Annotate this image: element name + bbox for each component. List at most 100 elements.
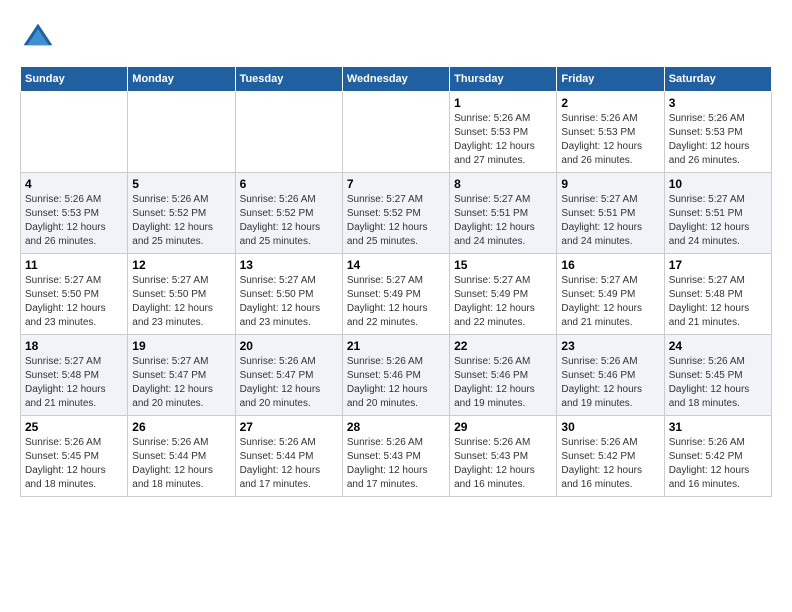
day-info: Sunrise: 5:26 AM Sunset: 5:53 PM Dayligh… (454, 112, 552, 168)
calendar: SundayMondayTuesdayWednesdayThursdayFrid… (20, 66, 772, 497)
day-info: Sunrise: 5:26 AM Sunset: 5:47 PM Dayligh… (240, 355, 338, 411)
day-info: Sunrise: 5:27 AM Sunset: 5:52 PM Dayligh… (347, 193, 445, 249)
day-info: Sunrise: 5:26 AM Sunset: 5:44 PM Dayligh… (132, 436, 230, 492)
calendar-cell: 4 Sunrise: 5:26 AM Sunset: 5:53 PM Daylig… (21, 173, 128, 254)
calendar-cell: 31 Sunrise: 5:26 AM Sunset: 5:42 PM Dayli… (664, 416, 771, 497)
calendar-cell (21, 92, 128, 173)
day-number: 2 (561, 96, 659, 110)
calendar-cell: 10 Sunrise: 5:27 AM Sunset: 5:51 PM Dayli… (664, 173, 771, 254)
calendar-cell: 13 Sunrise: 5:27 AM Sunset: 5:50 PM Dayli… (235, 254, 342, 335)
day-info: Sunrise: 5:27 AM Sunset: 5:49 PM Dayligh… (347, 274, 445, 330)
calendar-cell: 1 Sunrise: 5:26 AM Sunset: 5:53 PM Daylig… (450, 92, 557, 173)
calendar-cell: 19Sunrise: 5:27 AM Sunset: 5:47 PM Dayli… (128, 335, 235, 416)
weekday-header: Monday (128, 67, 235, 92)
day-info: Sunrise: 5:27 AM Sunset: 5:51 PM Dayligh… (454, 193, 552, 249)
day-number: 29 (454, 420, 552, 434)
day-info: Sunrise: 5:26 AM Sunset: 5:45 PM Dayligh… (25, 436, 123, 492)
day-info: Sunrise: 5:26 AM Sunset: 5:44 PM Dayligh… (240, 436, 338, 492)
day-number: 1 (454, 96, 552, 110)
day-number: 10 (669, 177, 767, 191)
day-info: Sunrise: 5:27 AM Sunset: 5:51 PM Dayligh… (669, 193, 767, 249)
day-info: Sunrise: 5:27 AM Sunset: 5:50 PM Dayligh… (132, 274, 230, 330)
weekday-header: Sunday (21, 67, 128, 92)
calendar-cell: 25 Sunrise: 5:26 AM Sunset: 5:45 PM Dayli… (21, 416, 128, 497)
day-info: Sunrise: 5:26 AM Sunset: 5:42 PM Dayligh… (669, 436, 767, 492)
calendar-cell: 27 Sunrise: 5:26 AM Sunset: 5:44 PM Dayli… (235, 416, 342, 497)
weekday-header: Friday (557, 67, 664, 92)
calendar-header-row: SundayMondayTuesdayWednesdayThursdayFrid… (21, 67, 772, 92)
day-number: 27 (240, 420, 338, 434)
day-number: 3 (669, 96, 767, 110)
calendar-cell: 3 Sunrise: 5:26 AM Sunset: 5:53 PM Daylig… (664, 92, 771, 173)
day-info: Sunrise: 5:26 AM Sunset: 5:53 PM Dayligh… (669, 112, 767, 168)
calendar-cell: 14 Sunrise: 5:27 AM Sunset: 5:49 PM Dayli… (342, 254, 449, 335)
day-number: 8 (454, 177, 552, 191)
calendar-week-row: 11Sunrise: 5:27 AM Sunset: 5:50 PM Dayli… (21, 254, 772, 335)
day-number: 9 (561, 177, 659, 191)
day-number: 6 (240, 177, 338, 191)
calendar-cell (235, 92, 342, 173)
day-number: 31 (669, 420, 767, 434)
day-info: Sunrise: 5:26 AM Sunset: 5:52 PM Dayligh… (240, 193, 338, 249)
day-number: 22 (454, 339, 552, 353)
day-info: Sunrise: 5:27 AM Sunset: 5:50 PM Dayligh… (25, 274, 123, 330)
calendar-cell: 20 Sunrise: 5:26 AM Sunset: 5:47 PM Dayli… (235, 335, 342, 416)
calendar-cell: 26 Sunrise: 5:26 AM Sunset: 5:44 PM Dayli… (128, 416, 235, 497)
day-number: 5 (132, 177, 230, 191)
day-number: 25 (25, 420, 123, 434)
day-info: Sunrise: 5:27 AM Sunset: 5:51 PM Dayligh… (561, 193, 659, 249)
day-info: Sunrise: 5:26 AM Sunset: 5:45 PM Dayligh… (669, 355, 767, 411)
calendar-cell: 22 Sunrise: 5:26 AM Sunset: 5:46 PM Dayli… (450, 335, 557, 416)
day-number: 23 (561, 339, 659, 353)
day-number: 17 (669, 258, 767, 272)
calendar-cell: 5Sunrise: 5:26 AM Sunset: 5:52 PM Daylig… (128, 173, 235, 254)
day-info: Sunrise: 5:27 AM Sunset: 5:49 PM Dayligh… (561, 274, 659, 330)
logo-icon (20, 20, 56, 56)
day-number: 20 (240, 339, 338, 353)
calendar-cell: 2 Sunrise: 5:26 AM Sunset: 5:53 PM Daylig… (557, 92, 664, 173)
day-info: Sunrise: 5:26 AM Sunset: 5:53 PM Dayligh… (561, 112, 659, 168)
day-info: Sunrise: 5:27 AM Sunset: 5:49 PM Dayligh… (454, 274, 552, 330)
calendar-cell: 18Sunrise: 5:27 AM Sunset: 5:48 PM Dayli… (21, 335, 128, 416)
page-container: SundayMondayTuesdayWednesdayThursdayFrid… (20, 20, 772, 497)
day-number: 7 (347, 177, 445, 191)
calendar-cell: 21Sunrise: 5:26 AM Sunset: 5:46 PM Dayli… (342, 335, 449, 416)
calendar-cell: 16 Sunrise: 5:27 AM Sunset: 5:49 PM Dayli… (557, 254, 664, 335)
logo (20, 20, 60, 56)
weekday-header: Tuesday (235, 67, 342, 92)
day-info: Sunrise: 5:27 AM Sunset: 5:47 PM Dayligh… (132, 355, 230, 411)
calendar-cell: 9 Sunrise: 5:27 AM Sunset: 5:51 PM Daylig… (557, 173, 664, 254)
day-number: 24 (669, 339, 767, 353)
calendar-cell: 28 Sunrise: 5:26 AM Sunset: 5:43 PM Dayli… (342, 416, 449, 497)
calendar-cell: 7 Sunrise: 5:27 AM Sunset: 5:52 PM Daylig… (342, 173, 449, 254)
day-info: Sunrise: 5:26 AM Sunset: 5:43 PM Dayligh… (454, 436, 552, 492)
calendar-cell: 8 Sunrise: 5:27 AM Sunset: 5:51 PM Daylig… (450, 173, 557, 254)
day-number: 30 (561, 420, 659, 434)
day-info: Sunrise: 5:27 AM Sunset: 5:48 PM Dayligh… (669, 274, 767, 330)
calendar-week-row: 4 Sunrise: 5:26 AM Sunset: 5:53 PM Daylig… (21, 173, 772, 254)
day-info: Sunrise: 5:27 AM Sunset: 5:48 PM Dayligh… (25, 355, 123, 411)
calendar-cell: 15Sunrise: 5:27 AM Sunset: 5:49 PM Dayli… (450, 254, 557, 335)
day-number: 26 (132, 420, 230, 434)
calendar-week-row: 1 Sunrise: 5:26 AM Sunset: 5:53 PM Daylig… (21, 92, 772, 173)
day-number: 14 (347, 258, 445, 272)
calendar-cell: 29 Sunrise: 5:26 AM Sunset: 5:43 PM Dayli… (450, 416, 557, 497)
weekday-header: Thursday (450, 67, 557, 92)
day-info: Sunrise: 5:27 AM Sunset: 5:50 PM Dayligh… (240, 274, 338, 330)
day-number: 28 (347, 420, 445, 434)
day-info: Sunrise: 5:26 AM Sunset: 5:43 PM Dayligh… (347, 436, 445, 492)
calendar-cell: 17 Sunrise: 5:27 AM Sunset: 5:48 PM Dayli… (664, 254, 771, 335)
calendar-cell (128, 92, 235, 173)
day-info: Sunrise: 5:26 AM Sunset: 5:53 PM Dayligh… (25, 193, 123, 249)
day-number: 4 (25, 177, 123, 191)
day-number: 16 (561, 258, 659, 272)
day-info: Sunrise: 5:26 AM Sunset: 5:46 PM Dayligh… (454, 355, 552, 411)
calendar-cell: 6 Sunrise: 5:26 AM Sunset: 5:52 PM Daylig… (235, 173, 342, 254)
header (20, 20, 772, 56)
calendar-cell: 12 Sunrise: 5:27 AM Sunset: 5:50 PM Dayli… (128, 254, 235, 335)
calendar-cell: 23Sunrise: 5:26 AM Sunset: 5:46 PM Dayli… (557, 335, 664, 416)
day-info: Sunrise: 5:26 AM Sunset: 5:46 PM Dayligh… (347, 355, 445, 411)
day-number: 13 (240, 258, 338, 272)
day-number: 12 (132, 258, 230, 272)
weekday-header: Saturday (664, 67, 771, 92)
